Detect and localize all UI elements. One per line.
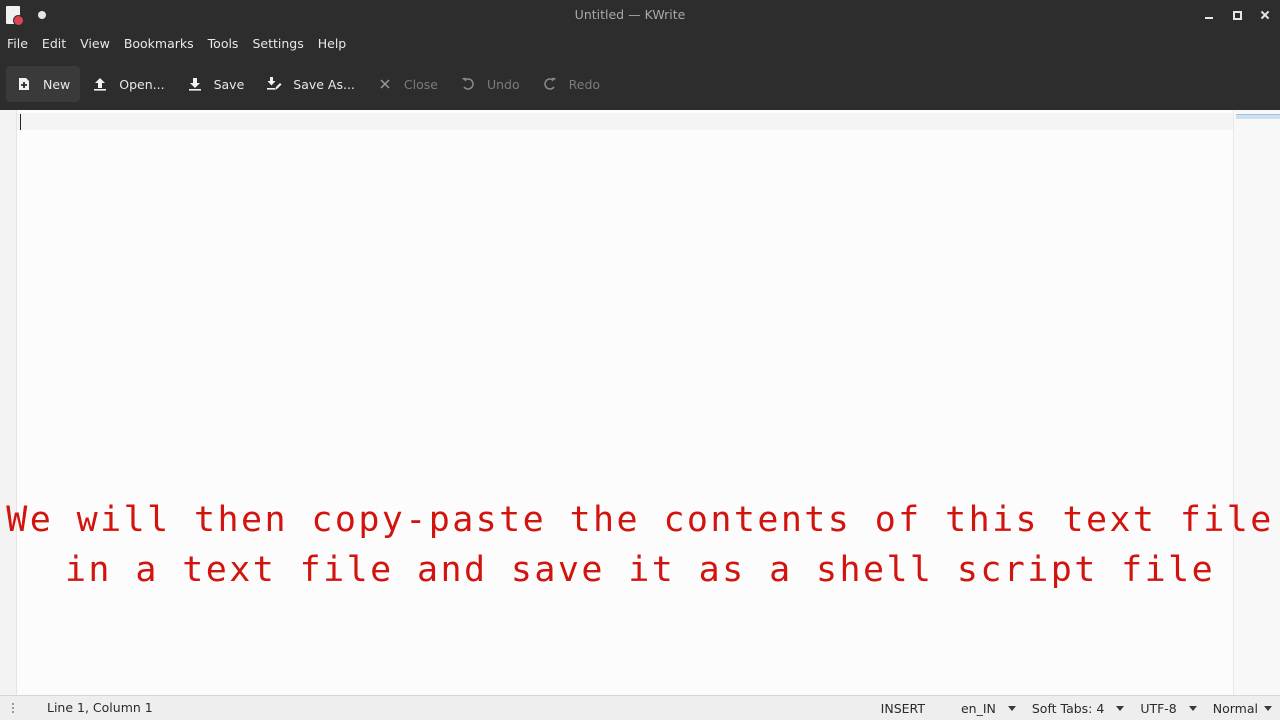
chevron-down-icon xyxy=(1264,705,1272,711)
save-as-button[interactable]: Save As... xyxy=(256,66,365,102)
undo-icon xyxy=(460,76,476,92)
redo-icon xyxy=(542,76,558,92)
save-as-icon xyxy=(266,76,282,92)
minimap-slider[interactable] xyxy=(1236,114,1280,119)
caption-line-1: We will then copy-paste the contents of … xyxy=(6,500,1274,540)
chevron-down-icon xyxy=(1116,705,1125,711)
download-arrow-icon xyxy=(187,76,203,92)
document-new-icon xyxy=(16,76,32,92)
undo-label: Undo xyxy=(486,76,520,92)
indent-label: Soft Tabs: 4 xyxy=(1031,700,1105,716)
upload-arrow-icon xyxy=(92,76,108,92)
chevron-down-icon xyxy=(1007,705,1016,711)
save-label: Save xyxy=(213,76,245,92)
input-mode[interactable]: INSERT xyxy=(873,696,933,720)
status-right-group: INSERT en_IN Soft Tabs: 4 UTF-8 Normal xyxy=(873,696,1280,720)
kwrite-window: Untitled — KWrite File Edit View Bookmar… xyxy=(0,0,1280,720)
caption-line-2: in a text file and save it as a shell sc… xyxy=(64,550,1216,590)
redo-label: Redo xyxy=(568,76,601,92)
menu-settings[interactable]: Settings xyxy=(245,30,310,58)
menu-view[interactable]: View xyxy=(73,30,117,58)
new-button[interactable]: New xyxy=(6,66,81,102)
close-label: Close xyxy=(403,76,438,92)
window-title: Untitled — KWrite xyxy=(574,7,686,22)
chevron-down-icon xyxy=(1188,705,1197,711)
undo-button[interactable]: Undo xyxy=(450,66,530,102)
save-as-label: Save As... xyxy=(293,76,355,92)
close-button[interactable]: Close xyxy=(367,66,448,102)
current-line-highlight xyxy=(17,113,1233,130)
highlight-label: Normal xyxy=(1212,700,1258,716)
dictionary-selector[interactable]: en_IN xyxy=(953,696,1024,720)
dictionary-bar-icon[interactable] xyxy=(12,703,21,713)
menu-bar: File Edit View Bookmarks Tools Settings … xyxy=(0,30,1280,58)
maximize-icon[interactable] xyxy=(1230,8,1244,22)
highlight-mode-selector[interactable]: Normal xyxy=(1205,696,1280,720)
main-toolbar: New Open... Save Save As... Close Undo R… xyxy=(0,58,1280,110)
status-bar: Line 1, Column 1 INSERT en_IN Soft Tabs:… xyxy=(0,695,1280,720)
redo-button[interactable]: Redo xyxy=(532,66,610,102)
editor-icon-border[interactable] xyxy=(0,110,17,695)
text-editor-area[interactable] xyxy=(0,110,1280,695)
text-caret xyxy=(20,114,21,130)
open-button[interactable]: Open... xyxy=(82,66,174,102)
new-label: New xyxy=(43,76,71,92)
window-close-icon[interactable] xyxy=(1258,8,1272,22)
menu-help[interactable]: Help xyxy=(311,30,354,58)
menu-bookmarks[interactable]: Bookmarks xyxy=(117,30,201,58)
scrollbar-minimap[interactable] xyxy=(1233,110,1280,695)
open-label: Open... xyxy=(119,76,165,92)
window-controls xyxy=(1202,0,1272,30)
encoding-label: UTF-8 xyxy=(1140,700,1177,716)
title-bar: Untitled — KWrite xyxy=(0,0,1280,30)
menu-file[interactable]: File xyxy=(0,30,35,58)
indent-selector[interactable]: Soft Tabs: 4 xyxy=(1024,696,1132,720)
minimize-icon[interactable] xyxy=(1202,8,1216,22)
save-button[interactable]: Save xyxy=(177,66,255,102)
dictionary-label: en_IN xyxy=(960,700,996,716)
encoding-selector[interactable]: UTF-8 xyxy=(1132,696,1204,720)
cursor-position[interactable]: Line 1, Column 1 xyxy=(47,696,153,720)
video-caption: We will then copy-paste the contents of … xyxy=(0,495,1280,595)
menu-edit[interactable]: Edit xyxy=(35,30,73,58)
menu-tools[interactable]: Tools xyxy=(201,30,246,58)
close-x-icon xyxy=(377,76,393,92)
